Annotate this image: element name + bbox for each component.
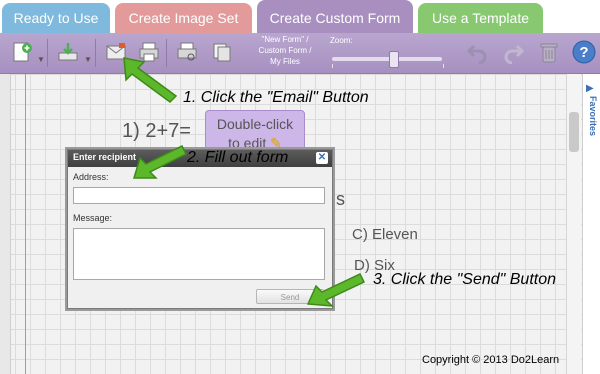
step-2-instruction: 2. Fill out form (187, 149, 289, 166)
arrow-to-send-icon (306, 273, 366, 307)
download-icon[interactable] (56, 40, 80, 64)
favorites-label: Favorites (588, 96, 598, 137)
zoom-slider[interactable] (332, 51, 442, 68)
vertical-scrollbar[interactable] (566, 74, 581, 374)
tab-create-custom-form[interactable]: Create Custom Form (257, 0, 413, 34)
toolbar: ▼ ▼ "New Form" / Custom Form / My Files … (0, 33, 600, 74)
copy-icon[interactable] (210, 40, 234, 64)
email-dialog: Enter recipient ✕ Address: Message: Send (67, 149, 333, 309)
file-path-line-3: My Files (270, 57, 300, 66)
favorites-arrow-icon[interactable]: ▶ (586, 84, 596, 94)
message-field[interactable] (73, 228, 325, 280)
address-field[interactable] (73, 187, 325, 204)
help-icon[interactable]: ? (572, 40, 596, 64)
toolbar-divider (95, 39, 96, 67)
zoom-label: Zoom: (330, 36, 353, 45)
question-text: 1) 2+7= (122, 120, 191, 142)
file-path-label: "New Form" / Custom Form / My Files (246, 34, 324, 67)
tab-create-image-set[interactable]: Create Image Set (115, 3, 252, 33)
arrow-to-email-icon (123, 57, 178, 103)
scrollbar-thumb[interactable] (569, 112, 579, 152)
redo-icon[interactable] (501, 40, 525, 64)
trash-icon[interactable] (537, 40, 561, 64)
tab-bar: Ready to Use Create Image Set Create Cus… (0, 0, 600, 34)
page-margin-line (25, 74, 26, 374)
canvas-left-ruler (0, 74, 11, 374)
copyright-text: Copyright © 2013 Do2Learn (422, 354, 560, 366)
new-form-icon[interactable] (10, 40, 34, 64)
zoom-ticks (332, 64, 444, 68)
favorites-panel[interactable]: ▶ Favorites (582, 74, 600, 374)
download-dropdown-icon[interactable]: ▼ (84, 55, 92, 64)
close-icon[interactable]: ✕ (316, 152, 328, 164)
step-1-instruction: 1. Click the "Email" Button (183, 89, 369, 106)
new-form-dropdown-icon[interactable]: ▼ (37, 55, 45, 64)
step-3-instruction: 3. Click the "Send" Button (373, 271, 557, 288)
file-path-line-1: "New Form" / (261, 35, 309, 44)
arrow-to-form-icon (132, 144, 188, 179)
address-label: Address: (73, 172, 109, 182)
toolbar-divider (47, 39, 48, 67)
message-label: Message: (73, 213, 113, 223)
tab-ready-to-use[interactable]: Ready to Use (2, 3, 110, 33)
tab-use-a-template[interactable]: Use a Template (418, 3, 543, 33)
edit-box-line-1: Double-click (216, 116, 294, 132)
undo-icon[interactable] (466, 40, 490, 64)
svg-text:?: ? (579, 44, 588, 61)
file-path-line-2: Custom Form / (258, 46, 312, 55)
choice-c: C) Eleven (352, 226, 418, 243)
